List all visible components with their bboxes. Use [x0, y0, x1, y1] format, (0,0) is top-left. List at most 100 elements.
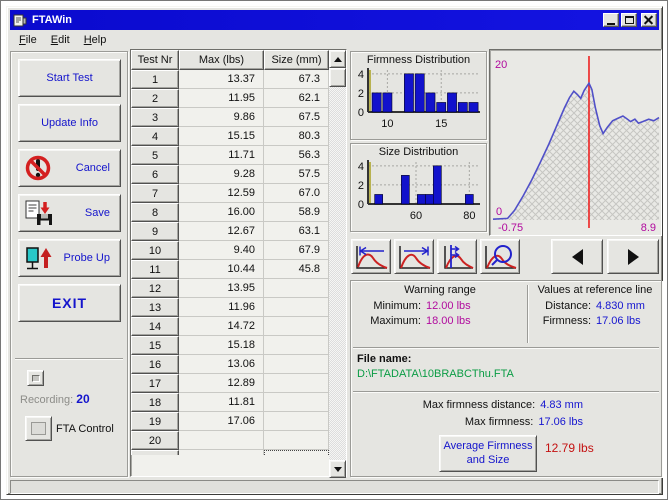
- row-number-cell[interactable]: 8: [131, 203, 179, 222]
- step-right-button[interactable]: [607, 239, 659, 274]
- size-mm-cell[interactable]: 62.1: [264, 89, 329, 108]
- row-number-cell[interactable]: 20: [131, 431, 179, 450]
- max-firmness-label: Max firmness:: [465, 416, 533, 428]
- size-mm-cell[interactable]: [264, 431, 329, 450]
- row-number-cell[interactable]: 16: [131, 355, 179, 374]
- max-lbs-cell[interactable]: 12.59: [179, 184, 264, 203]
- row-number-cell[interactable]: 4: [131, 127, 179, 146]
- minimize-button[interactable]: [603, 13, 619, 27]
- size-mm-cell[interactable]: [264, 450, 329, 455]
- recording-indicator-button[interactable]: [27, 370, 44, 386]
- menu-item-file[interactable]: File: [12, 32, 44, 48]
- table-row: 113.3767.3: [131, 70, 346, 89]
- chart-goto-start-button[interactable]: [351, 239, 391, 274]
- force-curve-chart[interactable]: 200-0.758.9: [489, 49, 662, 236]
- size-mm-cell[interactable]: 67.3: [264, 70, 329, 89]
- size-mm-cell[interactable]: 58.9: [264, 203, 329, 222]
- row-number-cell[interactable]: 13: [131, 298, 179, 317]
- size-mm-cell[interactable]: 67.0: [264, 184, 329, 203]
- row-number-cell[interactable]: 19: [131, 412, 179, 431]
- size-mm-cell[interactable]: [264, 393, 329, 412]
- row-number-cell[interactable]: 5: [131, 146, 179, 165]
- size-mm-cell[interactable]: 63.1: [264, 222, 329, 241]
- row-number-cell[interactable]: 21: [131, 450, 179, 455]
- max-lbs-cell[interactable]: 17.06: [179, 412, 264, 431]
- max-lbs-cell[interactable]: 11.81: [179, 393, 264, 412]
- update-info-label: Update Info: [41, 117, 98, 129]
- col-header-size-mm[interactable]: Size (mm): [264, 50, 329, 70]
- max-lbs-cell[interactable]: 13.37: [179, 70, 264, 89]
- size-mm-cell[interactable]: 57.5: [264, 165, 329, 184]
- row-number-cell[interactable]: 10: [131, 241, 179, 260]
- max-lbs-cell[interactable]: 12.89: [179, 374, 264, 393]
- close-icon: [644, 16, 654, 25]
- col-header-test-nr[interactable]: Test Nr: [131, 50, 179, 70]
- max-lbs-cell[interactable]: 9.40: [179, 241, 264, 260]
- row-number-cell[interactable]: 7: [131, 184, 179, 203]
- max-lbs-cell[interactable]: 13.06: [179, 355, 264, 374]
- probe-up-button[interactable]: Probe Up: [18, 239, 121, 277]
- max-lbs-cell[interactable]: 9.28: [179, 165, 264, 184]
- size-mm-cell[interactable]: [264, 317, 329, 336]
- menu-item-help[interactable]: Help: [77, 32, 114, 48]
- title-bar[interactable]: FTAWin: [10, 10, 659, 30]
- cancel-button[interactable]: Cancel: [18, 149, 121, 187]
- row-number-cell[interactable]: 6: [131, 165, 179, 184]
- maximize-button[interactable]: [621, 13, 637, 27]
- max-lbs-cell[interactable]: 14.72: [179, 317, 264, 336]
- max-lbs-cell[interactable]: 15.18: [179, 336, 264, 355]
- row-number-cell[interactable]: 1: [131, 70, 179, 89]
- max-lbs-cell[interactable]: 10.44: [179, 260, 264, 279]
- size-mm-cell[interactable]: 56.3: [264, 146, 329, 165]
- max-lbs-cell[interactable]: 9.86: [179, 108, 264, 127]
- max-lbs-cell[interactable]: 11.71: [179, 146, 264, 165]
- scroll-down-button[interactable]: [329, 460, 346, 478]
- row-number-cell[interactable]: 3: [131, 108, 179, 127]
- col-header-max-lbs[interactable]: Max (lbs): [179, 50, 264, 70]
- average-firmness-size-button[interactable]: Average Firmness and Size: [439, 435, 537, 472]
- max-lbs-cell[interactable]: 13.95: [179, 279, 264, 298]
- size-mm-cell[interactable]: [264, 298, 329, 317]
- size-mm-cell[interactable]: [264, 336, 329, 355]
- size-mm-cell[interactable]: 67.5: [264, 108, 329, 127]
- update-info-button[interactable]: Update Info: [18, 104, 121, 142]
- start-test-button[interactable]: Start Test: [18, 59, 121, 97]
- max-lbs-cell[interactable]: 16.00: [179, 203, 264, 222]
- max-lbs-cell[interactable]: 15.15: [179, 127, 264, 146]
- reference-line-button[interactable]: [437, 239, 477, 274]
- row-number-cell[interactable]: 14: [131, 317, 179, 336]
- chart-goto-end-button[interactable]: [394, 239, 434, 274]
- warning-range-block: Warning range Minimum:12.00 lbs Maximum:…: [353, 284, 527, 330]
- menu-item-edit[interactable]: Edit: [44, 32, 77, 48]
- max-lbs-cell[interactable]: 11.95: [179, 89, 264, 108]
- row-number-cell[interactable]: 11: [131, 260, 179, 279]
- table-scrollbar[interactable]: [329, 50, 346, 478]
- size-mm-cell[interactable]: [264, 412, 329, 431]
- max-lbs-cell[interactable]: [179, 431, 264, 450]
- max-lbs-cell[interactable]: [179, 450, 264, 455]
- size-mm-cell[interactable]: 45.8: [264, 260, 329, 279]
- scroll-up-button[interactable]: [329, 50, 346, 68]
- max-lbs-cell[interactable]: 12.67: [179, 222, 264, 241]
- row-number-cell[interactable]: 18: [131, 393, 179, 412]
- size-mm-cell[interactable]: [264, 374, 329, 393]
- size-mm-cell[interactable]: 80.3: [264, 127, 329, 146]
- row-number-cell[interactable]: 2: [131, 89, 179, 108]
- fta-control-button[interactable]: [25, 416, 52, 441]
- size-mm-cell[interactable]: [264, 355, 329, 374]
- row-number-cell[interactable]: 15: [131, 336, 179, 355]
- save-button[interactable]: Save: [18, 194, 121, 232]
- chart-zoom-button[interactable]: [480, 239, 520, 274]
- step-left-button[interactable]: [551, 239, 603, 274]
- exit-button[interactable]: EXIT: [18, 284, 121, 322]
- row-number-cell[interactable]: 9: [131, 222, 179, 241]
- size-mm-cell[interactable]: [264, 279, 329, 298]
- scrollbar-thumb[interactable]: [329, 68, 346, 87]
- row-number-cell[interactable]: 12: [131, 279, 179, 298]
- max-lbs-cell[interactable]: 11.96: [179, 298, 264, 317]
- size-mm-cell[interactable]: 67.9: [264, 241, 329, 260]
- close-button[interactable]: [641, 13, 657, 27]
- row-number-cell[interactable]: 17: [131, 374, 179, 393]
- recording-label: Recording:: [20, 394, 73, 406]
- table-header: Test Nr Max (lbs) Size (mm): [131, 50, 346, 70]
